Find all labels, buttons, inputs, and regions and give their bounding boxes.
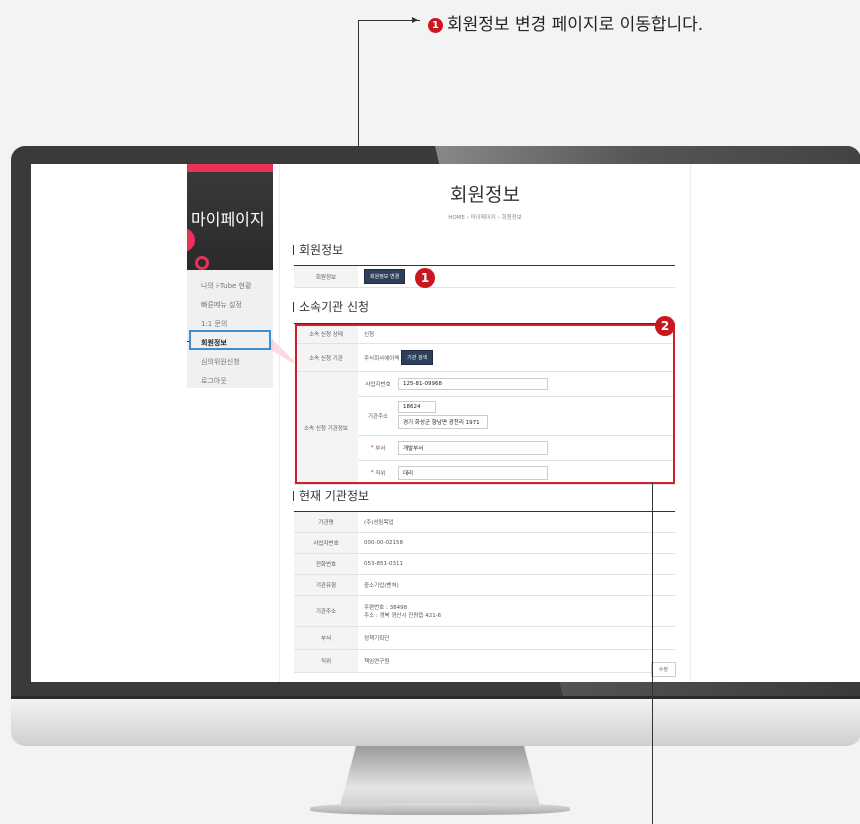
org-type-value: 중소기업(벤처)	[364, 583, 399, 589]
monitor-base	[310, 803, 570, 815]
biz-number-value: 000-00-02158	[364, 540, 403, 546]
sidebar-item-itube-status[interactable]: 나의 i-Tube 현황	[187, 276, 273, 295]
org-name-value: (주)성림목업	[364, 520, 394, 526]
page-title: 회원정보	[450, 184, 520, 206]
step-badge-1: 1	[415, 268, 435, 288]
section-title-member: 회원정보	[293, 241, 343, 258]
leader-line-vertical-2	[652, 482, 653, 824]
phone-label: 전화번호	[294, 554, 358, 574]
monitor-screen: 마이페이지 나의 i-Tube 현황 빠른메뉴 설정 1:1 문의 회원정보 심…	[31, 164, 860, 682]
sidebar-highlight-box	[189, 330, 271, 350]
sidebar-item-reviewer-apply[interactable]: 심의위원신청	[187, 352, 273, 371]
table-row: 전화번호 053-851-0311	[294, 554, 675, 575]
zipcode-value: 우편번호 : 38498	[364, 605, 408, 611]
table-row: 기관주소 우편번호 : 38498 주소 : 경북 경산시 진량읍 421-6	[294, 596, 675, 627]
sidebar-item-quick-menu[interactable]: 빠른메뉴 설정	[187, 295, 273, 314]
org-name-label: 기관명	[294, 512, 358, 532]
table-row: 부서 정책기획단	[294, 627, 675, 650]
step-number-badge: 1	[428, 18, 443, 33]
member-table: 회원정보 회원정보 변경	[294, 265, 675, 288]
leader-line-horizontal	[358, 20, 420, 21]
position-current-value: 책임연구원	[364, 659, 390, 665]
sidebar-title: 마이페이지	[191, 210, 265, 229]
instruction-caption: 1 회원정보 변경 페이지로 이동합니다.	[428, 10, 703, 35]
leader-arrow-icon	[412, 17, 418, 23]
sidebar-accent-bar	[187, 164, 273, 172]
address-value: 주소 : 경북 경산시 진량읍 421-6	[364, 613, 442, 619]
change-member-info-button[interactable]: 회원정보 변경	[364, 269, 406, 284]
phone-value: 053-851-0311	[364, 561, 403, 567]
edit-button[interactable]: 수정	[650, 662, 676, 677]
monitor-chin	[11, 696, 860, 746]
org-type-label: 기관유형	[294, 575, 358, 595]
sidebar: 마이페이지 나의 i-Tube 현황 빠른메뉴 설정 1:1 문의 회원정보 심…	[187, 164, 273, 388]
sidebar-item-logout[interactable]: 로그아웃	[187, 371, 273, 390]
affiliation-highlight-box	[295, 324, 675, 484]
breadcrumb: HOME › 마이페이지 › 회원정보	[448, 215, 522, 221]
position-current-label: 직위	[294, 650, 358, 672]
table-row: 기관명 (주)성림목업	[294, 512, 675, 533]
section-title-current: 현재 기관정보	[293, 487, 369, 504]
biz-number-label: 사업자번호	[294, 533, 358, 553]
row-label: 회원정보	[294, 266, 358, 287]
table-row: 기관유형 중소기업(벤처)	[294, 575, 675, 596]
org-address-label: 기관주소	[294, 596, 358, 626]
monitor-stand	[340, 746, 540, 806]
table-row: 직위 책임연구원	[294, 650, 675, 673]
monitor-chin-edge	[11, 696, 860, 699]
dept-current-label: 부서	[294, 627, 358, 649]
decor-circle-icon	[187, 228, 195, 252]
sidebar-header: 마이페이지	[187, 164, 273, 270]
section-title-affiliation: 소속기관 신청	[293, 298, 369, 315]
table-row: 사업자번호 000-00-02158	[294, 533, 675, 554]
dept-current-value: 정책기획단	[364, 636, 390, 642]
decor-ring-icon	[195, 256, 209, 270]
caption-text: 회원정보 변경 페이지로 이동합니다.	[447, 15, 704, 35]
current-org-table: 기관명 (주)성림목업 사업자번호 000-00-02158 전화번호 053-851…	[294, 511, 675, 673]
table-row: 회원정보 회원정보 변경	[294, 266, 675, 288]
step-badge-2: 2	[655, 316, 675, 336]
